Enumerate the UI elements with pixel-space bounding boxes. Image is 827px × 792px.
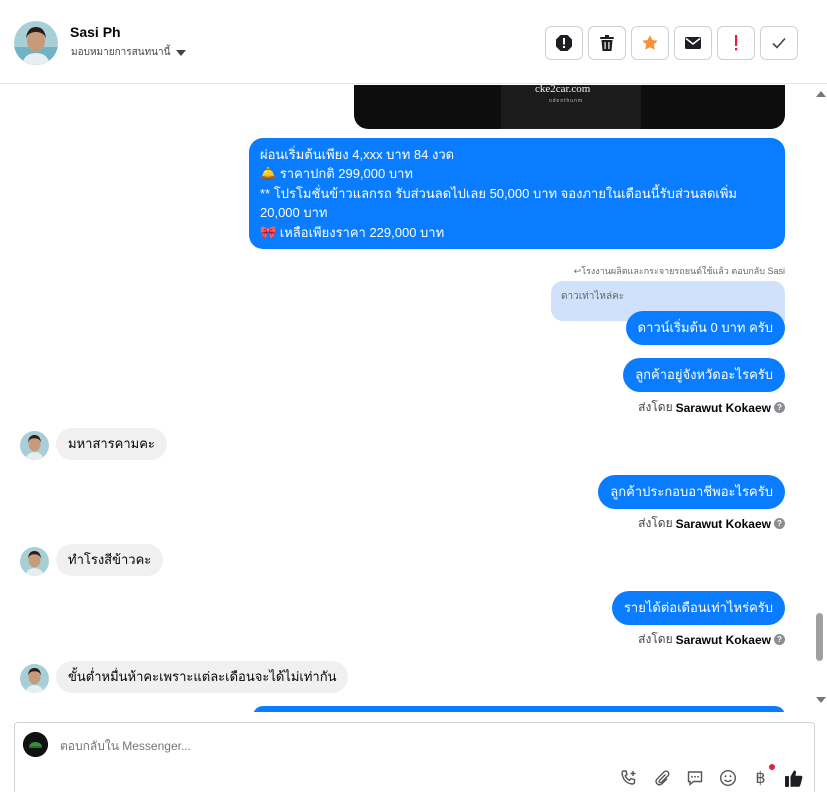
call-button[interactable] [618, 767, 639, 788]
like-button[interactable] [783, 767, 804, 788]
message-bubble-outgoing-partial[interactable] [253, 706, 785, 712]
promo-line: 🎀 เหลือเพียงราคา 229,000 บาท [260, 224, 445, 240]
mark-done-button[interactable] [760, 26, 798, 60]
reply-context-note: ↩โรงงานผลิตและกระจายรถยนต์ใช้แล้ว ตอบกลั… [573, 266, 785, 276]
promo-line: ผ่อนเริ่มต้นเพียง 4,xxx บาท 84 งวด [260, 147, 455, 162]
sent-by-label: ส่งโดย Sarawut Kokaew ? [638, 630, 785, 649]
saved-reply-icon [687, 770, 702, 786]
notification-dot [769, 764, 775, 770]
message-bubble-outgoing[interactable]: รายได้ต่อเดือนเท่าไหร่ครับ [611, 591, 785, 625]
message-bubble-incoming[interactable]: ทำโรงสีข้าวคะ [56, 544, 164, 576]
sent-by-name: Sarawut Kokaew [675, 400, 771, 415]
contact-avatar-small[interactable] [20, 664, 49, 693]
done-icon [772, 37, 786, 49]
help-icon[interactable]: ? [774, 402, 785, 413]
attach-button[interactable] [651, 767, 672, 788]
image-subcaption: odenthunm [549, 98, 584, 104]
mark-important-button[interactable] [717, 26, 755, 60]
sent-by-name: Sarawut Kokaew [675, 632, 771, 647]
mark-unread-icon [685, 37, 701, 49]
message-bubble-outgoing[interactable]: ลูกค้าอยู่จังหวัดอะไรครับ [623, 358, 785, 392]
like-icon [784, 769, 802, 787]
reply-composer: ฿ [14, 722, 815, 792]
shared-image-message[interactable]: cke2car.com odenthunm [354, 85, 785, 129]
mark-unread-button[interactable] [674, 26, 712, 60]
contact-avatar-small[interactable] [20, 547, 49, 576]
sent-by-prefix: ส่งโดย [638, 632, 673, 646]
message-bubble-incoming[interactable]: มหาสารคามคะ [56, 428, 167, 460]
scroll-down-arrow-icon[interactable] [816, 697, 826, 703]
scroll-up-arrow-icon[interactable] [816, 91, 826, 97]
payment-icon: ฿ [755, 769, 766, 787]
contact-avatar[interactable] [14, 21, 58, 65]
trash-icon [600, 35, 614, 51]
delete-button[interactable] [588, 26, 626, 60]
spam-icon [556, 35, 572, 51]
help-icon[interactable]: ? [774, 518, 785, 529]
emoji-icon [719, 769, 736, 786]
help-icon[interactable]: ? [774, 634, 785, 645]
call-add-icon [620, 769, 635, 785]
scrollbar-thumb[interactable] [816, 613, 823, 661]
sent-by-label: ส่งโดย Sarawut Kokaew ? [638, 514, 785, 533]
saved-replies-button[interactable] [684, 767, 705, 788]
conversation-header: Sasi Ph มอบหมายการสนทนานี้ [0, 0, 827, 84]
attachment-icon [654, 769, 670, 786]
important-icon [735, 35, 738, 51]
contact-avatar-small[interactable] [20, 431, 49, 460]
thread-scrollbar[interactable] [813, 85, 827, 712]
star-button[interactable] [631, 26, 669, 60]
sent-by-name: Sarawut Kokaew [675, 516, 771, 531]
message-bubble-incoming[interactable]: ขั้นต่ำหมื่นห้าคะเพราะแต่ละเดือนจะได้ไม่… [56, 661, 349, 693]
contact-name[interactable]: Sasi Ph [70, 24, 121, 40]
reply-input[interactable] [60, 739, 560, 753]
assign-conversation-dropdown[interactable]: มอบหมายการสนทนานี้ [71, 45, 187, 60]
composer-toolbar: ฿ [618, 764, 804, 788]
message-bubble-outgoing[interactable]: ดาวน์เริ่มต้น 0 บาท ครับ [625, 311, 785, 345]
image-caption: cke2car.com [535, 85, 591, 95]
promo-line: 🛎️ ราคาปกติ 299,000 บาท [260, 166, 413, 182]
payment-button[interactable]: ฿ [750, 764, 775, 788]
sent-by-prefix: ส่งโดย [638, 516, 673, 530]
message-thread[interactable]: cke2car.com odenthunm ผ่อนเริ่มต้นเพียง … [0, 85, 813, 712]
sent-by-label: ส่งโดย Sarawut Kokaew ? [638, 398, 785, 417]
page-avatar [23, 732, 48, 757]
star-icon [642, 35, 658, 50]
assign-label: มอบหมายการสนทนานี้ [71, 47, 171, 58]
caret-down-icon [176, 49, 187, 56]
promo-line: ** โปรโมชั่นข้าวแลกรถ รับส่วนลดไปเลย 50,… [260, 185, 737, 201]
mark-spam-button[interactable] [545, 26, 583, 60]
message-bubble-outgoing[interactable]: ลูกค้าประกอบอาชีพอะไรครับ [598, 475, 785, 509]
emoji-button[interactable] [717, 767, 738, 788]
promo-line: 20,000 บาท [260, 205, 328, 221]
sent-by-prefix: ส่งโดย [638, 400, 673, 414]
promo-message-bubble[interactable]: ผ่อนเริ่มต้นเพียง 4,xxx บาท 84 งวด 🛎️ รา… [249, 138, 785, 249]
conversation-actions [545, 26, 798, 60]
